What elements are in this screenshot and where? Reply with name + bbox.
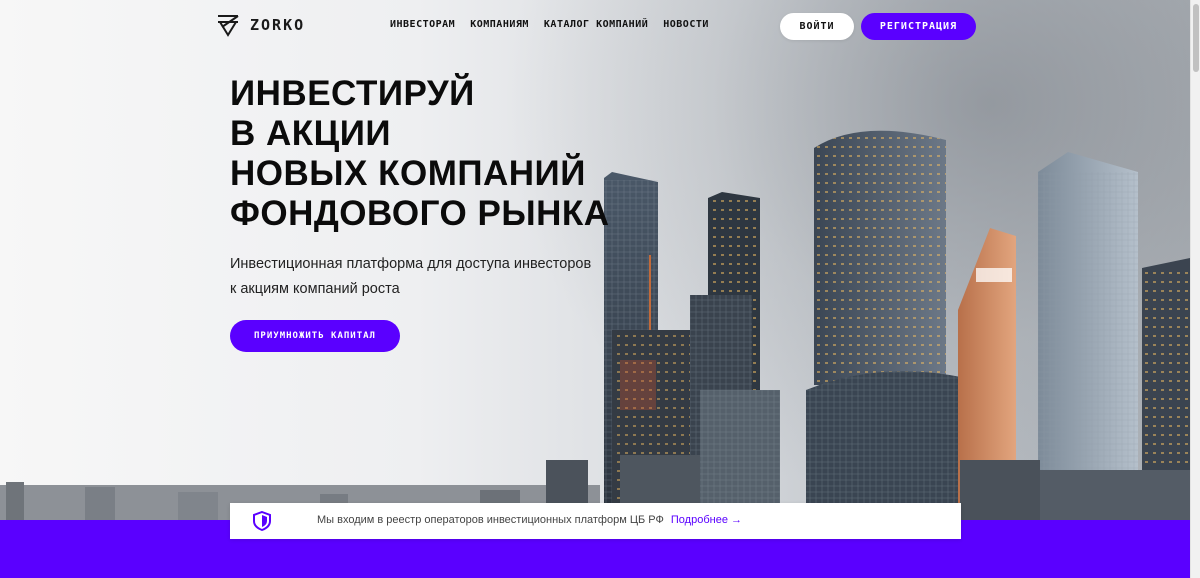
learn-more-link[interactable]: Подробнее → xyxy=(671,514,742,526)
brand-name: ZORKO xyxy=(250,16,306,34)
notice-text: Мы входим в реестр операторов инвестицио… xyxy=(317,514,664,526)
subtitle-line-2: к акциям компаний роста xyxy=(230,281,400,297)
nav-item-investors[interactable]: ИНВЕСТОРАМ xyxy=(390,19,455,30)
login-button[interactable]: ВОЙТИ xyxy=(780,13,854,40)
zorko-logo-icon xyxy=(218,15,239,37)
hero-headline: ИНВЕСТИРУЙ В АКЦИИ НОВЫХ КОМПАНИЙ ФОНДОВ… xyxy=(230,74,650,234)
nav-item-catalog[interactable]: КАТАЛОГ КОМПАНИЙ xyxy=(544,19,648,30)
multiply-capital-button[interactable]: ПРИУМНОЖИТЬ КАПИТАЛ xyxy=(230,320,400,352)
main-nav: ИНВЕСТОРАМ КОМПАНИЯМ КАТАЛОГ КОМПАНИЙ НО… xyxy=(390,19,709,30)
hero-subtitle: Инвестиционная платформа для доступа инв… xyxy=(230,252,610,302)
site-header: ZORKO ИНВЕСТОРАМ КОМПАНИЯМ КАТАЛОГ КОМПА… xyxy=(0,0,1190,52)
shield-icon xyxy=(253,511,271,531)
scrollbar-thumb[interactable] xyxy=(1193,4,1199,72)
headline-line-4: ФОНДОВОГО РЫНКА xyxy=(230,194,610,233)
headline-line-1: ИНВЕСТИРУЙ xyxy=(230,74,475,113)
headline-line-2: В АКЦИИ xyxy=(230,114,392,153)
scrollbar[interactable] xyxy=(1190,0,1200,578)
nav-item-news[interactable]: НОВОСТИ xyxy=(663,19,709,30)
nav-item-companies[interactable]: КОМПАНИЯМ xyxy=(470,19,529,30)
register-button[interactable]: РЕГИСТРАЦИЯ xyxy=(861,13,976,40)
registry-notice: Мы входим в реестр операторов инвестицио… xyxy=(230,503,961,539)
headline-line-3: НОВЫХ КОМПАНИЙ xyxy=(230,154,586,193)
brand-logo[interactable]: ZORKO xyxy=(216,13,305,37)
notice-text-container: Мы входим в реестр операторов инвестицио… xyxy=(317,514,742,526)
subtitle-line-1: Инвестиционная платформа для доступа инв… xyxy=(230,256,592,272)
